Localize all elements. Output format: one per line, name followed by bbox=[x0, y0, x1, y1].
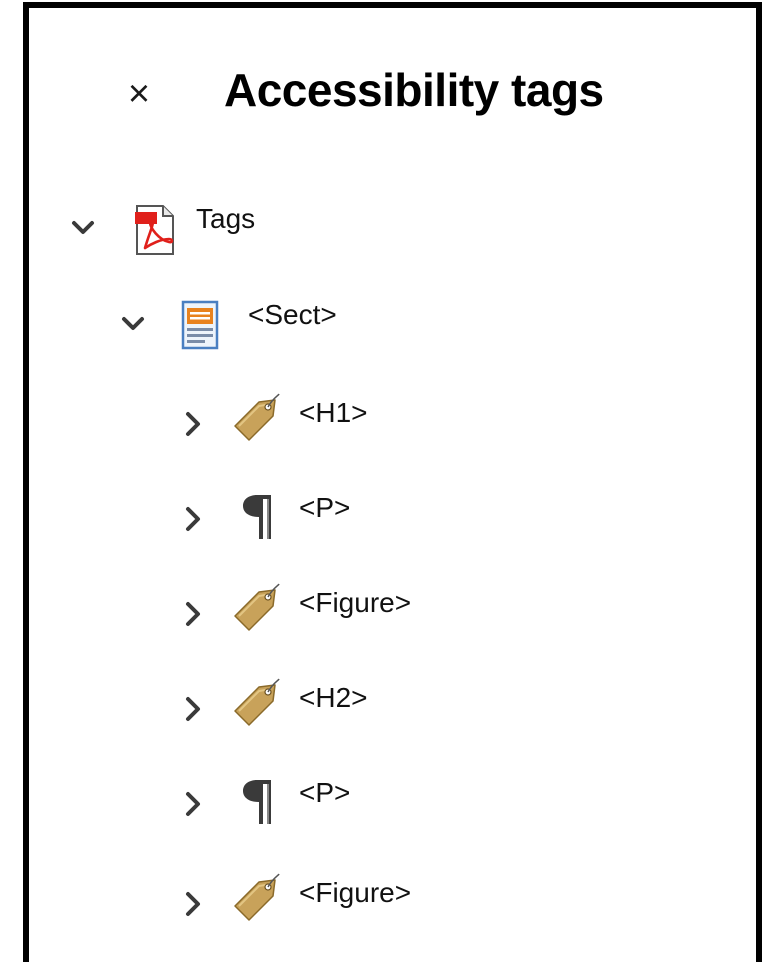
tag-icon bbox=[231, 677, 280, 733]
tree-node-label: <P> bbox=[299, 492, 351, 523]
tree-node-figure[interactable]: <Figure> bbox=[179, 868, 479, 928]
tag-icon bbox=[231, 392, 280, 448]
accessibility-tags-panel: × Accessibility tags Tags <Sect> <H1> <P… bbox=[23, 2, 762, 962]
paragraph-icon bbox=[237, 489, 285, 545]
chevron-right-icon[interactable] bbox=[179, 790, 207, 818]
chevron-right-icon[interactable] bbox=[179, 600, 207, 628]
tree-node-label: <Figure> bbox=[299, 587, 412, 618]
pdf-document-icon bbox=[133, 204, 181, 260]
tree-node-figure[interactable]: <Figure> bbox=[179, 578, 479, 638]
chevron-right-icon[interactable] bbox=[179, 695, 207, 723]
tree-node-label: <H1> bbox=[299, 397, 368, 428]
chevron-down-icon[interactable] bbox=[69, 214, 97, 242]
panel-title: Accessibility tags bbox=[224, 64, 604, 116]
section-icon bbox=[181, 300, 229, 356]
chevron-down-icon[interactable] bbox=[119, 310, 147, 338]
paragraph-icon bbox=[237, 774, 285, 830]
chevron-right-icon[interactable] bbox=[179, 410, 207, 438]
tree-node-p[interactable]: <P> bbox=[179, 483, 479, 543]
chevron-right-icon[interactable] bbox=[179, 890, 207, 918]
tree-node-label: <Sect> bbox=[248, 299, 337, 330]
tree-node-p[interactable]: <P> bbox=[179, 768, 479, 828]
tree-node-sect[interactable]: <Sect> bbox=[119, 294, 419, 354]
tag-icon bbox=[231, 582, 280, 638]
tree-node-label: <P> bbox=[299, 777, 351, 808]
tree-node-label: <Figure> bbox=[299, 877, 412, 908]
tree-node-label: <H2> bbox=[299, 682, 368, 713]
close-button[interactable]: × bbox=[119, 72, 159, 116]
tree-node-label: Tags bbox=[196, 203, 256, 234]
tag-icon bbox=[231, 872, 280, 928]
panel-header: × Accessibility tags bbox=[29, 8, 756, 168]
tree-node-tags[interactable]: Tags bbox=[69, 198, 369, 258]
tree-node-h1[interactable]: <H1> bbox=[179, 388, 479, 448]
chevron-right-icon[interactable] bbox=[179, 505, 207, 533]
close-icon: × bbox=[127, 73, 151, 115]
tree-node-h2[interactable]: <H2> bbox=[179, 673, 479, 733]
